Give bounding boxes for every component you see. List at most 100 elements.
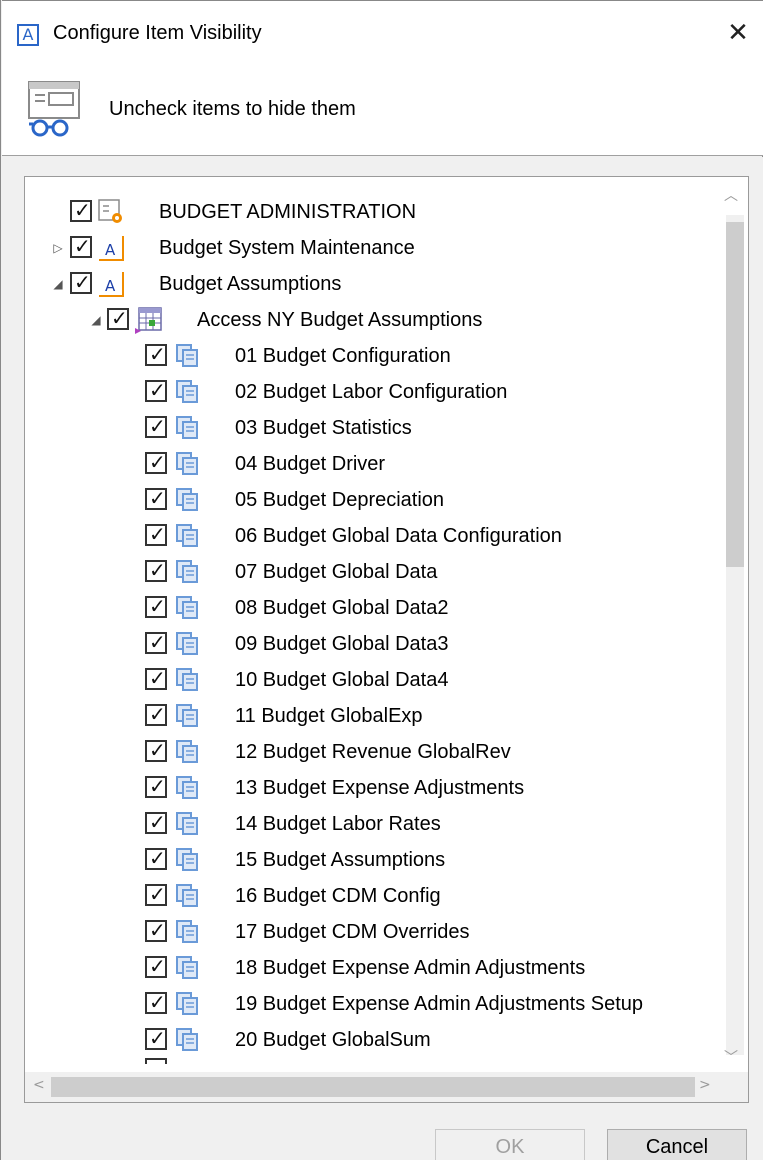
tree-row[interactable]: ✓ 12 Budget Revenue GlobalRev [25, 734, 715, 770]
app-logo-icon: A [17, 24, 39, 46]
item-checkbox[interactable]: ✓ [145, 378, 167, 402]
checkmark-icon: ✓ [149, 378, 166, 402]
item-checkbox[interactable] [145, 1058, 167, 1064]
tree-row[interactable]: ✓ 08 Budget Global Data2 [25, 590, 715, 626]
item-checkbox[interactable]: ✓ [145, 702, 167, 726]
tree-row[interactable]: ✓ 17 Budget CDM Overrides [25, 914, 715, 950]
tree-row[interactable]: ✓ 11 Budget GlobalExp [25, 698, 715, 734]
tree-item-label: 04 Budget Driver [235, 453, 386, 475]
pages-icon [173, 954, 201, 982]
tree-item-label: 18 Budget Expense Admin Adjustments [235, 957, 586, 979]
grid-form-icon [135, 306, 163, 334]
pages-icon [173, 666, 201, 694]
svg-text:A: A [105, 241, 116, 259]
item-checkbox[interactable]: ✓ [145, 774, 167, 798]
tree-item-label: 16 Budget CDM Config [235, 885, 441, 907]
item-checkbox[interactable]: ✓ [145, 1026, 167, 1050]
pages-icon [173, 990, 201, 1018]
tree-row[interactable]: ▷ ✓ A Budget System Maintenance [25, 230, 715, 266]
pages-icon [173, 594, 201, 622]
scroll-up-icon[interactable]: ︿ [724, 185, 738, 205]
horizontal-scrollbar[interactable]: < > [25, 1072, 748, 1102]
pages-icon [173, 1026, 201, 1054]
tree-row[interactable]: ✓ 14 Budget Labor Rates [25, 806, 715, 842]
scroll-right-icon[interactable]: > [699, 1077, 711, 1093]
window-title: Configure Item Visibility [53, 22, 262, 44]
tree-row[interactable]: ✓ 13 Budget Expense Adjustments [25, 770, 715, 806]
tree-row[interactable]: ◢ ✓ Access NY Budget Assumptions [25, 302, 715, 338]
checkmark-icon: ✓ [149, 918, 166, 942]
tree-item-label: 14 Budget Labor Rates [235, 813, 441, 835]
item-checkbox[interactable]: ✓ [145, 738, 167, 762]
checkmark-icon: ✓ [149, 810, 166, 834]
tree-item-label: 20 Budget GlobalSum [235, 1029, 431, 1051]
tree-item-label: 08 Budget Global Data2 [235, 597, 449, 619]
item-checkbox[interactable]: ✓ [145, 558, 167, 582]
hscroll-thumb[interactable] [51, 1077, 695, 1097]
tree-row[interactable]: ✓ 20 Budget GlobalSum [25, 1022, 715, 1058]
tree-row[interactable]: ✓ 02 Budget Labor Configuration [25, 374, 715, 410]
pages-icon [173, 522, 201, 550]
item-checkbox[interactable]: ✓ [145, 414, 167, 438]
pages-icon [173, 414, 201, 442]
checkmark-icon: ✓ [149, 702, 166, 726]
item-checkbox[interactable]: ✓ [70, 234, 92, 258]
tree-row[interactable]: ✓ 04 Budget Driver [25, 446, 715, 482]
expand-arrow-icon[interactable]: ▷ [51, 241, 65, 255]
tree-row-partial[interactable] [25, 1058, 715, 1064]
collapse-arrow-icon[interactable]: ◢ [89, 313, 103, 327]
close-button[interactable]: ✕ [715, 13, 761, 53]
item-checkbox[interactable]: ✓ [145, 630, 167, 654]
tree-row[interactable]: ✓ 01 Budget Configuration [25, 338, 715, 374]
item-checkbox[interactable]: ✓ [145, 486, 167, 510]
item-checkbox[interactable]: ✓ [145, 666, 167, 690]
cancel-button[interactable]: Cancel [607, 1129, 747, 1160]
checkmark-icon: ✓ [149, 882, 166, 906]
tree-row[interactable]: ✓ 15 Budget Assumptions [25, 842, 715, 878]
vertical-scrollbar[interactable]: ︿ ﹀ [716, 177, 748, 1074]
title-bar: A Configure Item Visibility ✕ [2, 0, 763, 68]
tree-item-label: 07 Budget Global Data [235, 561, 438, 583]
tree-item-label: 05 Budget Depreciation [235, 489, 445, 511]
item-checkbox[interactable]: ✓ [145, 918, 167, 942]
tree-row[interactable]: ✓ 09 Budget Global Data3 [25, 626, 715, 662]
item-checkbox[interactable]: ✓ [145, 954, 167, 978]
tree-row[interactable]: ✓ 03 Budget Statistics [25, 410, 715, 446]
tree-row[interactable]: ✓ BUDGET ADMINISTRATION [25, 194, 715, 230]
item-checkbox[interactable]: ✓ [145, 846, 167, 870]
tree-row[interactable]: ✓ 19 Budget Expense Admin Adjustments Set… [25, 986, 715, 1022]
item-checkbox[interactable]: ✓ [145, 810, 167, 834]
tree-row[interactable]: ✓ 16 Budget CDM Config [25, 878, 715, 914]
tree-row[interactable]: ✓ 10 Budget Global Data4 [25, 662, 715, 698]
tree-row[interactable]: ✓ 07 Budget Global Data [25, 554, 715, 590]
dialog-window: A Configure Item Visibility ✕ Uncheck it… [0, 0, 763, 1160]
item-checkbox[interactable]: ✓ [145, 882, 167, 906]
collapse-arrow-icon[interactable]: ◢ [51, 277, 65, 291]
tree-item-label: 01 Budget Configuration [235, 345, 451, 367]
item-tree[interactable]: ✓ 20 Budget GlobalSum ✓ 19 Budget Expense A… [24, 176, 749, 1103]
tree-row[interactable]: ✓ 18 Budget Expense Admin Adjustments [25, 950, 715, 986]
tree-item-label: Access NY Budget Assumptions [197, 309, 483, 331]
item-checkbox[interactable]: ✓ [70, 198, 92, 222]
scroll-thumb[interactable] [726, 222, 744, 567]
tree-item-label: 02 Budget Labor Configuration [235, 381, 508, 403]
item-checkbox[interactable]: ✓ [70, 270, 92, 294]
scroll-left-icon[interactable]: < [33, 1077, 45, 1093]
instruction-header: Uncheck items to hide them [2, 68, 763, 156]
item-checkbox[interactable]: ✓ [145, 594, 167, 618]
item-checkbox[interactable]: ✓ [107, 306, 129, 330]
tree-row[interactable]: ◢ ✓ A Budget Assumptions [25, 266, 715, 302]
checkmark-icon: ✓ [149, 630, 166, 654]
item-checkbox[interactable]: ✓ [145, 450, 167, 474]
tree-row[interactable]: ✓ 05 Budget Depreciation [25, 482, 715, 518]
item-checkbox[interactable]: ✓ [145, 990, 167, 1014]
app-a-icon: A [97, 234, 125, 262]
checkmark-icon: ✓ [149, 990, 166, 1014]
item-checkbox[interactable]: ✓ [145, 342, 167, 366]
pages-icon [173, 342, 201, 370]
ok-button[interactable]: OK [435, 1129, 585, 1160]
instruction-text: Uncheck items to hide them [109, 98, 356, 120]
tree-row[interactable]: ✓ 06 Budget Global Data Configuration [25, 518, 715, 554]
item-checkbox[interactable]: ✓ [145, 522, 167, 546]
scroll-down-icon[interactable]: ﹀ [724, 1047, 738, 1067]
